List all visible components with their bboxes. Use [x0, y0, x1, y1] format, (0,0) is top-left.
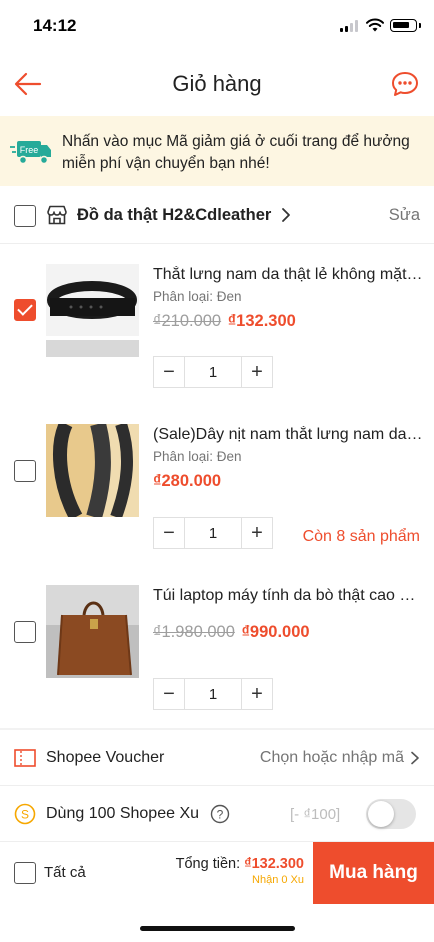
total-label: Tổng tiền: — [175, 856, 241, 872]
item-old-price: ₫1.980.000 — [153, 623, 235, 641]
coins-discount: [- ₫100] — [290, 806, 341, 823]
voucher-label: Shopee Voucher — [46, 749, 165, 766]
item-old-price: ₫210.000 — [153, 312, 222, 330]
coins-toggle[interactable] — [366, 799, 416, 829]
quantity-stepper: − 1 + — [153, 356, 273, 388]
edit-button[interactable]: Sửa — [389, 206, 420, 225]
help-icon[interactable]: ? — [210, 804, 230, 824]
status-bar: 14:12 — [0, 0, 434, 50]
item-price-row: ₫210.000 ₫132.300 — [153, 312, 296, 331]
quantity-stepper: − 1 + — [153, 517, 273, 549]
total-line: Tổng tiền: ₫132.300 — [176, 856, 304, 872]
item-price: ₫280.000 — [153, 472, 222, 490]
item-name[interactable]: (Sale)Dây nịt nam thắt lưng nam da bò — [153, 426, 423, 444]
decrease-button[interactable]: − — [154, 518, 184, 548]
coins-earned: Nhận 0 Xu — [252, 874, 304, 886]
free-shipping-banner[interactable]: Free Nhấn vào mục Mã giảm giá ở cuối tra… — [0, 116, 434, 186]
shop-name[interactable]: Đồ da thật H2&Cdleather — [77, 206, 271, 225]
product-thumbnail[interactable] — [46, 424, 139, 517]
toggle-knob — [368, 801, 394, 827]
voucher-icon — [14, 749, 36, 767]
total-block: Tổng tiền: ₫132.300 Nhận 0 Xu — [176, 856, 304, 886]
shopee-voucher-row[interactable]: Shopee Voucher Chọn hoặc nhập mã — [0, 730, 434, 786]
increase-button[interactable]: + — [242, 518, 272, 548]
item-variant[interactable]: Phân loại: Đen — [153, 289, 242, 304]
status-time: 14:12 — [33, 16, 77, 35]
item-checkbox[interactable] — [14, 299, 36, 321]
item-price-row: ₫280.000 — [153, 472, 221, 491]
item-checkbox[interactable] — [14, 460, 36, 482]
item-checkbox[interactable] — [14, 621, 36, 643]
quantity-value[interactable]: 1 — [184, 518, 242, 548]
svg-text:S: S — [21, 808, 29, 822]
decrease-button[interactable]: − — [154, 679, 184, 709]
chevron-right-icon[interactable] — [410, 751, 420, 765]
shop-checkbox[interactable] — [14, 205, 36, 227]
chevron-right-icon[interactable] — [280, 207, 292, 223]
checkout-button[interactable]: Mua hàng — [313, 842, 434, 904]
coins-label: Dùng 100 Shopee Xu — [46, 805, 200, 822]
select-all-label[interactable]: Tất cả — [44, 864, 86, 881]
item-name[interactable]: Thắt lưng nam da thật lẻ không mặt khóa — [153, 266, 423, 284]
checkout-bar: Tất cả Tổng tiền: ₫132.300 Nhận 0 Xu Mua… — [0, 842, 434, 904]
item-name[interactable]: Túi laptop máy tính da bò thật cao cấp — [153, 587, 423, 605]
home-indicator — [140, 926, 295, 931]
item-price: ₫990.000 — [241, 623, 310, 641]
product-thumbnail[interactable] — [46, 264, 139, 357]
total-value: ₫132.300 — [244, 856, 304, 872]
shop-header: Đồ da thật H2&Cdleather Sửa — [0, 188, 434, 244]
shop-icon — [47, 205, 67, 225]
chat-icon[interactable] — [390, 70, 420, 98]
cart-item: Túi laptop máy tính da bò thật cao cấp ₫… — [0, 567, 434, 727]
banner-text: Nhấn vào mục Mã giảm giá ở cuối trang để… — [62, 133, 410, 172]
item-price: ₫132.300 — [227, 312, 296, 330]
item-price-row: ₫1.980.000 ₫990.000 — [153, 623, 310, 642]
select-all-checkbox[interactable] — [14, 862, 36, 884]
product-thumbnail[interactable] — [46, 585, 139, 678]
cart-item: Thắt lưng nam da thật lẻ không mặt khóa … — [0, 246, 434, 406]
free-shipping-truck-icon: Free — [10, 141, 51, 165]
increase-button[interactable]: + — [242, 679, 272, 709]
svg-text:?: ? — [217, 807, 224, 821]
quantity-value[interactable]: 1 — [184, 357, 242, 387]
coin-icon: S — [14, 803, 36, 825]
item-variant[interactable]: Phân loại: Đen — [153, 449, 242, 464]
header: Giỏ hàng — [0, 52, 434, 114]
page-title: Giỏ hàng — [172, 71, 262, 96]
shopee-coins-row: S Dùng 100 Shopee Xu ? [- ₫100] — [0, 786, 434, 842]
free-badge-text: Free — [20, 145, 39, 155]
increase-button[interactable]: + — [242, 357, 272, 387]
voucher-action[interactable]: Chọn hoặc nhập mã — [260, 749, 404, 767]
cart-item: (Sale)Dây nịt nam thắt lưng nam da bò Ph… — [0, 406, 434, 566]
quantity-value[interactable]: 1 — [184, 679, 242, 709]
stock-note: Còn 8 sản phẩm — [302, 528, 420, 545]
quantity-stepper: − 1 + — [153, 678, 273, 710]
battery-icon — [390, 19, 421, 32]
decrease-button[interactable]: − — [154, 357, 184, 387]
wifi-icon — [366, 18, 384, 32]
cellular-signal-icon — [340, 20, 360, 32]
